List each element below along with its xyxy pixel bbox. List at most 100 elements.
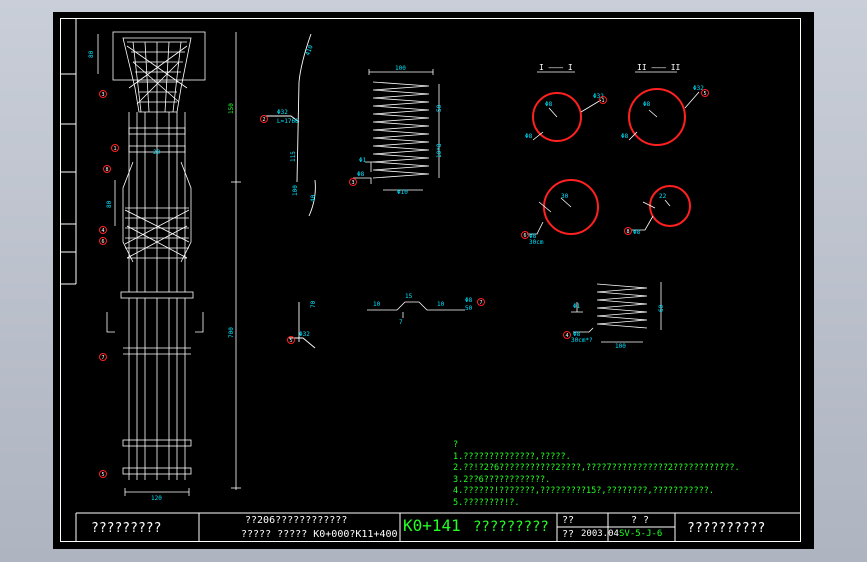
svg-text:15: 15 bbox=[405, 293, 413, 300]
svg-text:1: 1 bbox=[113, 146, 116, 152]
svg-text:8: 8 bbox=[105, 167, 108, 173]
section-2-title: II ——— II bbox=[637, 63, 681, 72]
circle-labels: Φ8 Φ8 30 22 Φ32 Φ32 Φ8 Φ8 Φ8 Φ8 30cm bbox=[525, 85, 704, 246]
svg-text:150: 150 bbox=[228, 103, 235, 114]
svg-text:10*8: 10*8 bbox=[436, 143, 443, 158]
svg-text:30cm*?: 30cm*? bbox=[571, 337, 593, 344]
svg-text:4: 4 bbox=[101, 228, 104, 234]
sheet-label: ? ? bbox=[631, 515, 650, 526]
left-margin-strip bbox=[60, 18, 77, 285]
cad-viewport[interactable]: 80 80 150 700 120 20 410 115 100 40 70 Φ… bbox=[53, 12, 814, 549]
sheet-number: SV-5-J-6 bbox=[619, 529, 663, 539]
svg-text:5: 5 bbox=[703, 91, 706, 97]
svg-text:5: 5 bbox=[289, 338, 292, 344]
svg-text:L=1766: L=1766 bbox=[277, 118, 299, 125]
svg-text:8: 8 bbox=[626, 229, 629, 235]
title-block-right-cell: ?????????? bbox=[687, 521, 766, 536]
marker-6: 6 bbox=[99, 237, 107, 245]
pile-elevation-drawing bbox=[97, 31, 241, 496]
svg-text:5: 5 bbox=[101, 472, 104, 478]
svg-text:4: 4 bbox=[565, 333, 568, 339]
svg-text:Φ1: Φ1 bbox=[359, 157, 367, 164]
marker-5c: 5 bbox=[701, 89, 709, 97]
svg-text:6: 6 bbox=[101, 239, 104, 245]
svg-text:Φ8: Φ8 bbox=[465, 297, 473, 304]
project-name-line2: ????? ????? K0+000?K11+400 bbox=[241, 529, 398, 540]
svg-text:3: 3 bbox=[101, 92, 104, 98]
svg-text:7: 7 bbox=[101, 355, 104, 361]
svg-text:Φ1: Φ1 bbox=[573, 303, 581, 310]
marker-1b: 1 bbox=[599, 96, 607, 104]
marker-2: 2 bbox=[260, 115, 268, 123]
svg-text:40: 40 bbox=[310, 194, 317, 202]
marker-5b: 5 bbox=[287, 336, 295, 344]
bent-bar-details bbox=[265, 33, 316, 349]
project-name-line1: ??206???????????? bbox=[245, 515, 348, 526]
marker-8b: 8 bbox=[624, 227, 632, 235]
svg-text:6: 6 bbox=[523, 233, 526, 239]
drawing-title: ????????? bbox=[473, 519, 549, 535]
svg-text:20: 20 bbox=[153, 149, 161, 156]
svg-text:50: 50 bbox=[436, 104, 443, 112]
svg-text:100: 100 bbox=[615, 343, 626, 350]
title-block-left-cell: ????????? bbox=[91, 521, 162, 536]
note-line-1: 1.??????????????,?????. bbox=[453, 451, 571, 462]
svg-text:100: 100 bbox=[292, 185, 299, 196]
marker-8: 8 bbox=[103, 165, 111, 173]
note-line-2: 2.??!?2?6???????????2????,????7?????????… bbox=[453, 463, 740, 473]
svg-text:Φ8: Φ8 bbox=[357, 171, 365, 178]
small-bent-bar-labels: 10 15 10 Φ8 50 7 bbox=[373, 293, 473, 326]
svg-text:30cm: 30cm bbox=[529, 239, 544, 246]
svg-text:80: 80 bbox=[106, 200, 113, 208]
section-circles bbox=[532, 88, 691, 235]
note-line-5: 5.????????!?. bbox=[453, 497, 520, 508]
svg-text:1: 1 bbox=[601, 98, 604, 104]
svg-text:22: 22 bbox=[659, 193, 667, 200]
marker-7: 7 bbox=[99, 353, 107, 361]
svg-text:7: 7 bbox=[399, 319, 403, 326]
marker-3b: 3 bbox=[349, 178, 357, 186]
title-label-b: ?? bbox=[562, 529, 575, 540]
svg-text:Φ8: Φ8 bbox=[545, 101, 553, 108]
marker-3: 3 bbox=[99, 90, 107, 98]
svg-text:Φ10: Φ10 bbox=[397, 189, 408, 196]
marker-5: 5 bbox=[99, 470, 107, 478]
svg-text:Φ8: Φ8 bbox=[643, 101, 651, 108]
svg-text:80: 80 bbox=[88, 50, 95, 58]
pile-dimension-labels: 80 80 150 700 120 20 bbox=[88, 50, 235, 502]
marker-4b: 4 bbox=[563, 331, 571, 339]
spiral-detail-1 bbox=[353, 69, 440, 191]
notes-heading: ? bbox=[453, 440, 459, 450]
svg-text:3: 3 bbox=[351, 180, 354, 186]
note-line-4: 4.??????!???????,?????????15?,????????,?… bbox=[453, 486, 714, 496]
svg-text:70: 70 bbox=[310, 300, 317, 308]
svg-text:60: 60 bbox=[658, 304, 665, 312]
station-label: K0+141 bbox=[403, 516, 461, 535]
svg-text:2: 2 bbox=[262, 117, 265, 123]
svg-text:10: 10 bbox=[373, 301, 381, 308]
svg-text:10: 10 bbox=[437, 301, 445, 308]
bent-bar-labels: 410 115 100 40 70 Φ32 L=1766 Φ32 bbox=[277, 44, 317, 338]
spiral-detail-2 bbox=[571, 282, 662, 343]
svg-text:115: 115 bbox=[290, 151, 297, 162]
title-label-a: ?? bbox=[562, 515, 575, 526]
marker-6b: 6 bbox=[521, 231, 529, 239]
svg-text:Φ8: Φ8 bbox=[525, 133, 533, 140]
svg-text:Φ8: Φ8 bbox=[621, 133, 629, 140]
section-1-title: I ——— I bbox=[539, 63, 573, 72]
section-titles: I ——— I II ——— II bbox=[539, 63, 681, 72]
svg-text:7: 7 bbox=[479, 300, 482, 306]
svg-text:Φ32: Φ32 bbox=[299, 331, 310, 338]
circle-leaders bbox=[527, 71, 700, 235]
numbered-markers: 3 1 8 4 6 7 5 2 5 3 7 1 5 6 8 4 bbox=[99, 89, 709, 478]
marker-7b: 7 bbox=[477, 298, 485, 306]
svg-text:Φ8: Φ8 bbox=[633, 229, 641, 236]
svg-text:100: 100 bbox=[395, 65, 406, 72]
small-bent-bar bbox=[367, 301, 465, 318]
svg-text:50: 50 bbox=[465, 305, 473, 312]
svg-text:Φ32: Φ32 bbox=[277, 109, 288, 116]
drawing-date: 2003.04 bbox=[581, 529, 619, 539]
note-line-3: 3.2??6????????????. bbox=[453, 474, 551, 485]
svg-text:410: 410 bbox=[304, 44, 314, 57]
general-notes: ? 1.??????????????,?????. 2.??!?2?6?????… bbox=[453, 440, 740, 509]
